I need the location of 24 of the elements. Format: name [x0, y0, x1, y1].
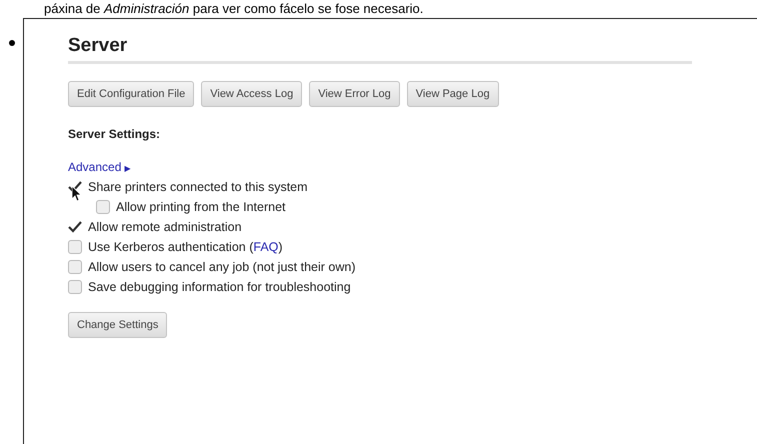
option-label: Share printers connected to this system — [88, 180, 308, 194]
option-label: Allow remote administration — [88, 220, 242, 234]
toolbar-button[interactable]: Edit Configuration File — [68, 81, 194, 107]
toolbar-button[interactable]: View Error Log — [309, 81, 400, 107]
toolbar-button[interactable]: View Page Log — [406, 81, 499, 107]
settings-heading: Server Settings: — [68, 127, 162, 141]
checkbox[interactable] — [68, 280, 82, 294]
change-settings-button[interactable]: Change Settings — [68, 312, 168, 338]
option-label: Allow users to cancel any job (not just their own) — [88, 260, 356, 274]
bullet-icon — [9, 40, 15, 46]
checkbox[interactable] — [68, 240, 82, 254]
option-label: Use Kerberos authentication (FAQ) — [88, 240, 283, 254]
option-label: Allow printing from the Internet — [116, 200, 286, 214]
faq-link[interactable]: FAQ — [253, 240, 278, 254]
option-label: Save debugging information for troubleshooting — [88, 280, 351, 294]
checkmark-icon[interactable] — [68, 181, 82, 193]
toolbar-button[interactable]: View Access Log — [201, 81, 302, 107]
advanced-link[interactable]: Advanced ▶ — [68, 160, 130, 174]
intro-text: páxina de Administración para ver como fácelo se fose necesario. — [44, 1, 424, 16]
checkbox[interactable] — [68, 260, 82, 274]
section-title: Server — [68, 35, 128, 57]
checkmark-icon[interactable] — [68, 221, 82, 233]
checkbox[interactable] — [96, 200, 110, 214]
mouse-cursor-icon — [72, 186, 82, 202]
